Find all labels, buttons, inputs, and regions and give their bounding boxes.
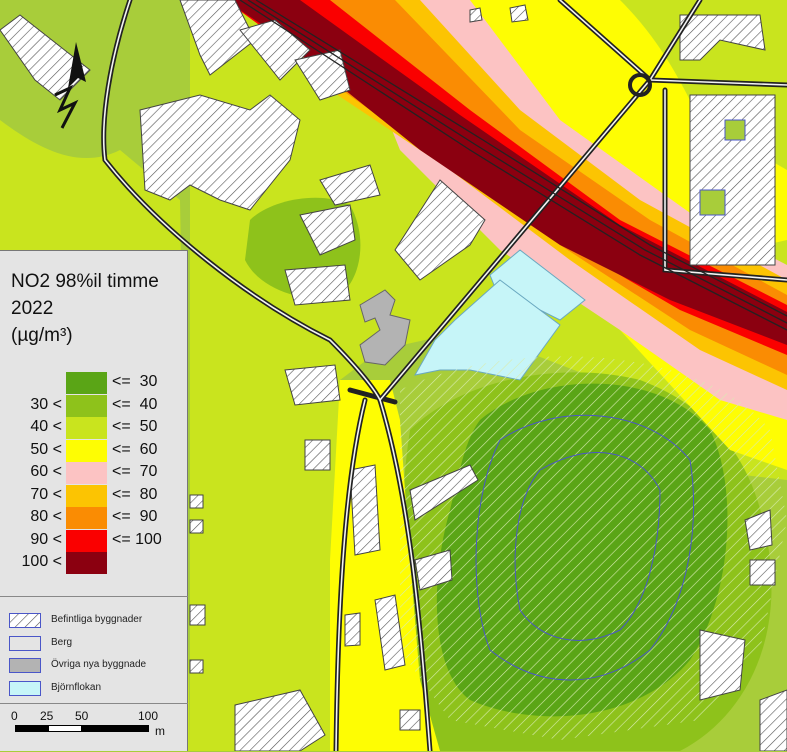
legend-upper-bound: <= 70 — [112, 463, 158, 480]
legend-category-berg: Berg — [9, 636, 189, 652]
legend-upper-bound: <= 30 — [112, 373, 158, 390]
legend-swatch — [66, 507, 107, 529]
legend-class-row: <= 30 — [0, 372, 188, 394]
legend-swatch — [66, 440, 107, 462]
legend-lower-bound: 100 < — [21, 553, 62, 570]
legend-class-row: 30 < <= 40 — [0, 395, 188, 417]
legend-lower-bound: 90 < — [30, 531, 62, 548]
scale-unit: m — [155, 724, 165, 738]
legend-category-label: Björnflokan — [51, 682, 102, 693]
legend-class-row: 70 < <= 80 — [0, 485, 188, 507]
legend-upper-bound: <= 100 — [112, 531, 162, 548]
cyan-area-icon — [9, 681, 41, 696]
legend-upper-bound: <= 80 — [112, 486, 158, 503]
legend-upper-bound: <= 50 — [112, 418, 158, 435]
legend-class-row: 90 < <= 100 — [0, 530, 188, 552]
legend-swatch — [66, 552, 107, 574]
legend-upper-bound: <= 40 — [112, 396, 158, 413]
legend-year: 2022 — [11, 298, 54, 319]
scale-bar: 0 25 50 100 m — [0, 703, 188, 752]
legend-class-row: 50 < <= 60 — [0, 440, 188, 462]
building-inner-plot — [724, 119, 746, 141]
legend-title: NO2 98%il timme — [11, 271, 159, 292]
legend-category-bjornflokan: Björnflokan — [9, 681, 189, 697]
legend-category-label: Befintliga byggnader — [51, 614, 143, 625]
legend-class-row: 100 < — [0, 552, 188, 574]
hatched-building-icon — [9, 613, 41, 628]
building-inner-plot — [699, 189, 726, 216]
legend-class-row: 80 < <= 90 — [0, 507, 188, 529]
scale-segment — [81, 725, 149, 732]
legend-divider — [0, 596, 188, 597]
scale-segment — [15, 725, 49, 732]
legend-lower-bound: 30 < — [30, 396, 62, 413]
scale-tick: 25 — [40, 709, 54, 723]
legend-swatch — [66, 462, 107, 484]
legend-lower-bound: 60 < — [30, 463, 62, 480]
scale-segment — [48, 725, 82, 732]
legend-category-label: Berg — [51, 637, 73, 648]
legend-swatch — [66, 395, 107, 417]
legend-lower-bound: 50 < — [30, 441, 62, 458]
grey-building-icon — [9, 658, 41, 673]
legend-upper-bound: <= 90 — [112, 508, 158, 525]
legend-upper-bound: <= 60 — [112, 441, 158, 458]
legend-swatch — [66, 485, 107, 507]
legend-swatch — [66, 417, 107, 439]
legend-swatch — [66, 372, 107, 394]
scale-tick: 50 — [75, 709, 89, 723]
legend-panel: NO2 98%il timme 2022 (µg/m³) <= 30 30 < … — [0, 250, 188, 751]
scale-tick: 0 — [11, 709, 18, 723]
legend-category-label: Övriga nya byggnade — [51, 659, 147, 670]
legend-category-befintliga: Befintliga byggnader — [9, 613, 189, 629]
legend-lower-bound: 70 < — [30, 486, 62, 503]
legend-class-row: 40 < <= 50 — [0, 417, 188, 439]
legend-category-ovriga: Övriga nya byggnade — [9, 658, 189, 674]
berg-outline-icon — [9, 636, 41, 651]
legend-swatch — [66, 530, 107, 552]
legend-class-row: 60 < <= 70 — [0, 462, 188, 484]
legend-lower-bound: 40 < — [30, 418, 62, 435]
scale-tick: 100 — [138, 709, 159, 723]
legend-unit: (µg/m³) — [11, 325, 73, 346]
legend-lower-bound: 80 < — [30, 508, 62, 525]
